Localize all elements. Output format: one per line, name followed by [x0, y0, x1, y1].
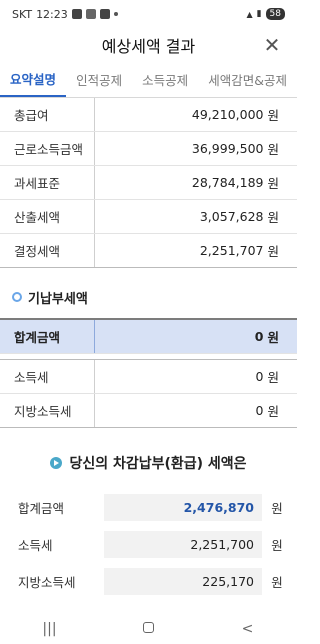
prepaid-heading: 기납부세액 — [0, 286, 297, 308]
row-unit: 원 — [267, 176, 279, 191]
row-value-cell: 3,057,628 원 — [95, 200, 297, 233]
table-row: 결정세액 2,251,707 원 — [0, 234, 297, 268]
clock-text: 12:23 — [36, 7, 68, 21]
app-icon — [99, 9, 110, 19]
recent-apps-icon[interactable]: ||| — [30, 621, 70, 637]
row-unit: 원 — [267, 244, 279, 259]
play-circle-icon — [50, 457, 63, 469]
row-value: 2,251,707 — [199, 243, 264, 258]
dialog-header: 예상세액 결과 ✕ — [0, 28, 297, 62]
row-value-cell: 0원 — [95, 360, 297, 393]
row-unit: 원 — [267, 370, 279, 385]
table-row: 과세표준 28,784,189 원 — [0, 166, 297, 200]
list-item: 소득세 2,251,700 원 — [0, 531, 297, 558]
row-label: 지방소득세 — [0, 394, 95, 427]
row-label: 합계금액 — [0, 320, 95, 353]
tab-bar: 요약설명 인적공제 소득공제 세액감면&공제 — [0, 62, 297, 98]
table-row: 소득세 0원 — [0, 360, 297, 394]
row-value-cell: 0원 — [95, 320, 297, 353]
row-value: 36,999,500 — [191, 141, 264, 156]
signal-icon: ▮ — [256, 9, 262, 19]
row-unit: 원 — [267, 142, 279, 157]
summary-table: 총급여 49,210,000 원 근로소득금액 36,999,500 원 과세표준 … — [0, 98, 297, 268]
battery-icon: 58 — [265, 8, 285, 20]
result-unit: 원 — [271, 538, 283, 553]
row-unit: 원 — [267, 330, 279, 345]
status-bar: SKT 12:23 ▲ ▮ 58 — [0, 0, 297, 28]
row-label: 산출세액 — [0, 200, 95, 233]
result-value: 2,251,700 — [104, 531, 262, 558]
row-value: 49,210,000 — [191, 107, 264, 122]
prepaid-table: 합계금액 0원 소득세 0원 지방소득세 0원 — [0, 318, 297, 428]
result-list: 합계금액 2,476,870 원 소득세 2,251,700 원 지방소득세 2… — [0, 494, 297, 595]
result-unit: 원 — [271, 575, 283, 590]
table-row-total: 합계금액 0원 — [0, 320, 297, 354]
row-value: 0 — [255, 403, 264, 418]
close-icon[interactable]: ✕ — [261, 33, 283, 57]
page-title: 예상세액 결과 — [101, 37, 196, 56]
result-heading: 당신의 차감납부(환급) 세액은 — [0, 452, 297, 474]
result-label: 소득세 — [18, 538, 53, 553]
status-left: SKT 12:23 — [12, 8, 118, 21]
result-value: 225,170 — [104, 568, 262, 595]
row-value-cell: 2,251,707 원 — [95, 234, 297, 267]
result-unit: 원 — [271, 501, 283, 516]
message-icon — [85, 9, 96, 19]
row-label: 결정세액 — [0, 234, 95, 267]
row-label: 총급여 — [0, 98, 95, 131]
row-value: 28,784,189 — [191, 175, 264, 190]
row-unit: 원 — [267, 404, 279, 419]
bullet-ring-icon — [12, 292, 22, 302]
system-nav-bar: ||| < — [0, 614, 297, 644]
result-label: 합계금액 — [18, 501, 65, 516]
table-row: 산출세액 3,057,628 원 — [0, 200, 297, 234]
network-icon: ▲ — [246, 9, 253, 19]
back-icon[interactable]: < — [228, 621, 268, 637]
row-label: 소득세 — [0, 360, 95, 393]
row-value: 0 — [254, 329, 264, 344]
notification-icon — [71, 9, 82, 19]
more-notifications-icon — [113, 12, 118, 16]
tab-tax-credit[interactable]: 세액감면&공제 — [198, 62, 297, 97]
result-value: 2,476,870 — [104, 494, 262, 521]
status-right: ▲ ▮ 58 — [246, 8, 285, 20]
row-value: 0 — [255, 369, 264, 384]
row-value-cell: 49,210,000 원 — [95, 98, 297, 131]
row-value-cell: 28,784,189 원 — [95, 166, 297, 199]
row-value-cell: 0원 — [95, 394, 297, 427]
result-label: 지방소득세 — [18, 575, 76, 590]
list-item: 합계금액 2,476,870 원 — [0, 494, 297, 521]
table-row: 지방소득세 0원 — [0, 394, 297, 428]
row-unit: 원 — [267, 108, 279, 123]
carrier-text: SKT — [12, 7, 33, 21]
table-row: 근로소득금액 36,999,500 원 — [0, 132, 297, 166]
tab-income-deduction[interactable]: 소득공제 — [132, 62, 198, 97]
row-label: 과세표준 — [0, 166, 95, 199]
row-unit: 원 — [267, 210, 279, 225]
tab-personal-deduction[interactable]: 인적공제 — [66, 62, 132, 97]
table-row: 총급여 49,210,000 원 — [0, 98, 297, 132]
tab-summary[interactable]: 요약설명 — [0, 62, 67, 97]
prepaid-heading-text: 기납부세액 — [28, 291, 88, 307]
list-item: 지방소득세 225,170 원 — [0, 568, 297, 595]
row-value-cell: 36,999,500 원 — [95, 132, 297, 165]
row-value: 3,057,628 — [199, 209, 264, 224]
row-label: 근로소득금액 — [0, 132, 95, 165]
result-heading-text: 당신의 차감납부(환급) 세액은 — [69, 456, 247, 472]
home-icon[interactable] — [129, 621, 169, 637]
